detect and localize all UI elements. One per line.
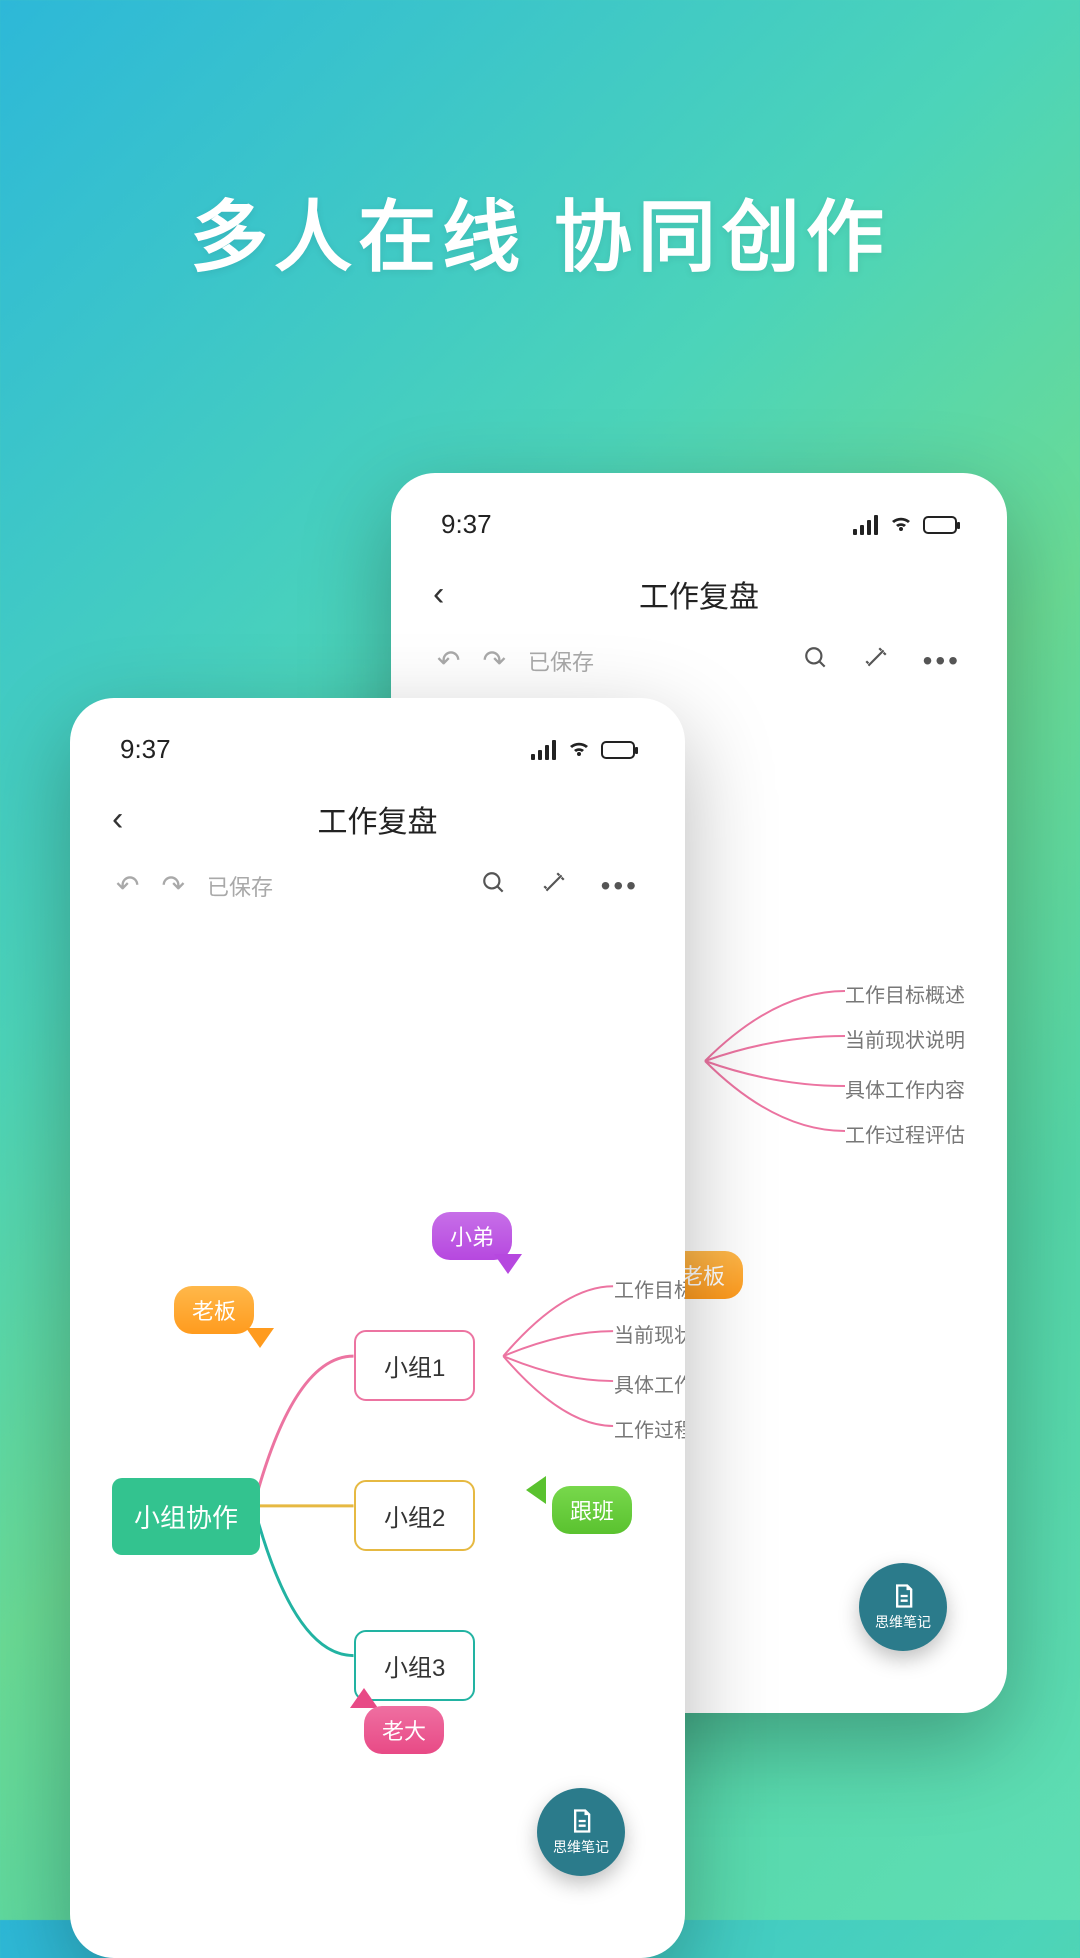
phone-front: 9:37 ‹ 工作复盘 ↶ ↷ 已保存 (70, 698, 685, 1958)
status-time: 9:37 (441, 509, 492, 540)
more-icon[interactable]: ••• (601, 870, 639, 902)
undo-icon[interactable]: ↶ (116, 869, 139, 902)
notes-fab[interactable]: 思维笔记 (859, 1563, 947, 1651)
redo-icon[interactable]: ↷ (161, 869, 184, 902)
wifi-icon (889, 509, 913, 540)
cursor-tag-boss: 老板 (174, 1286, 254, 1334)
cursor-tag-elder: 老大 (364, 1706, 444, 1754)
cursor-arrow-follow-icon (526, 1476, 546, 1504)
magic-icon[interactable] (863, 645, 889, 676)
status-bar: 9:37 (94, 726, 661, 783)
cursor-arrow-brother-icon (494, 1254, 522, 1274)
leaf-text-4[interactable]: 工作过程评估 (614, 1414, 685, 1443)
back-button[interactable]: ‹ (112, 800, 123, 839)
battery-icon (601, 741, 635, 759)
saved-status: 已保存 (528, 645, 594, 677)
doc-title: 工作复盘 (318, 797, 438, 841)
page-headline: 多人在线 协同创作 (0, 0, 1080, 287)
more-icon[interactable]: ••• (923, 645, 961, 677)
leaf-text-4[interactable]: 工作过程评估 (845, 1119, 965, 1148)
leaf-text-1[interactable]: 工作目标概述 (845, 979, 965, 1008)
connector-lines (94, 916, 661, 1916)
cursor-arrow-elder-icon (350, 1688, 378, 1708)
cursor-tag-follow: 跟班 (552, 1486, 632, 1534)
search-icon[interactable] (481, 870, 507, 901)
signal-icon (531, 740, 557, 760)
battery-icon (923, 516, 957, 534)
doc-title: 工作复盘 (639, 572, 759, 616)
leaf-text-2[interactable]: 当前现状说明 (614, 1319, 685, 1348)
wifi-icon (567, 734, 591, 765)
notes-fab[interactable]: 思维笔记 (537, 1788, 625, 1876)
magic-icon[interactable] (541, 870, 567, 901)
undo-icon[interactable]: ↶ (437, 644, 460, 677)
leaf-text-3[interactable]: 具体工作内容 (614, 1369, 685, 1398)
status-time: 9:37 (120, 734, 171, 765)
branch-node-2[interactable]: 小组2 (354, 1480, 475, 1551)
fab-label: 思维笔记 (553, 1837, 609, 1857)
root-node[interactable]: 小组协作 (112, 1478, 260, 1555)
toolbar: ↶ ↷ 已保存 ••• (415, 638, 983, 691)
back-button[interactable]: ‹ (433, 575, 444, 614)
leaf-text-3[interactable]: 具体工作内容 (845, 1074, 965, 1103)
search-icon[interactable] (803, 645, 829, 676)
leaf-text-1[interactable]: 工作目标概述 (614, 1274, 685, 1303)
signal-icon (853, 515, 879, 535)
saved-status: 已保存 (207, 870, 273, 902)
leaf-text-2[interactable]: 当前现状说明 (845, 1024, 965, 1053)
branch-node-1[interactable]: 小组1 (354, 1330, 475, 1401)
status-bar: 9:37 (415, 501, 983, 558)
redo-icon[interactable]: ↷ (482, 644, 505, 677)
mindmap-canvas[interactable]: 小组协作 小组1 小组2 小组3 工作目标概述 当前现状说明 具体工作内容 工作… (94, 916, 661, 1916)
cursor-tag-brother: 小弟 (432, 1212, 512, 1260)
fab-label: 思维笔记 (875, 1612, 931, 1632)
cursor-arrow-boss-icon (246, 1328, 274, 1348)
toolbar: ↶ ↷ 已保存 ••• (94, 863, 661, 916)
